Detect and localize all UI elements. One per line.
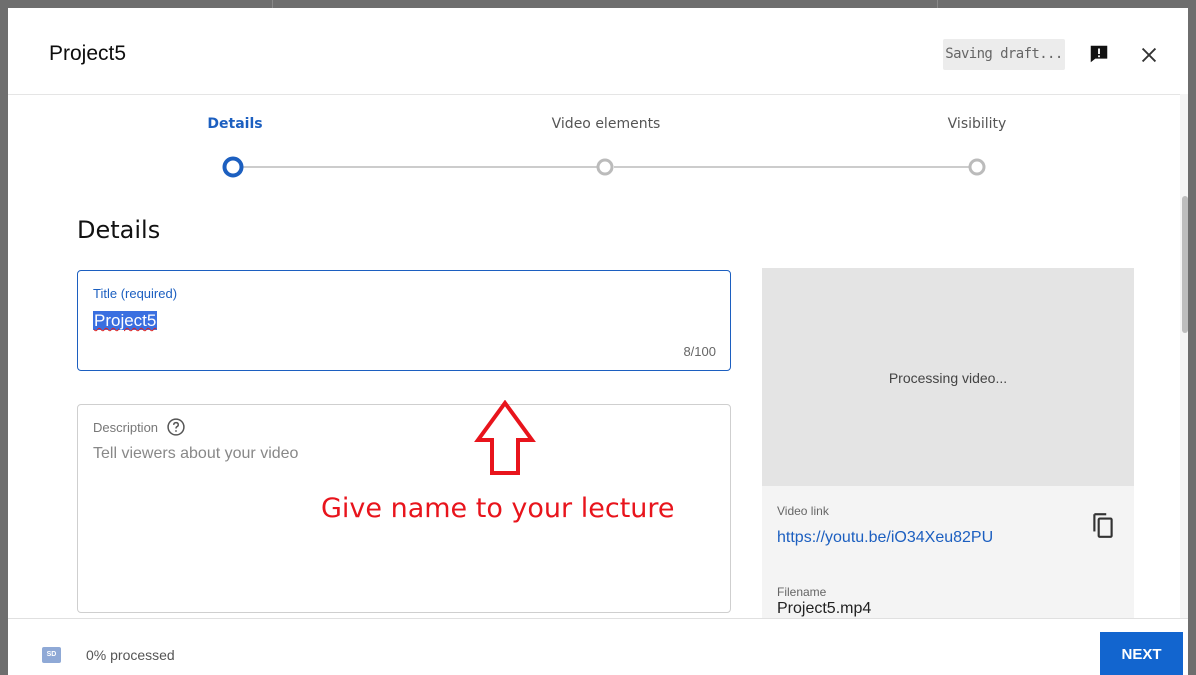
- step-video-elements-dot[interactable]: [596, 158, 614, 176]
- sd-quality-badge: SD: [42, 647, 61, 663]
- title-field-label: Title (required): [93, 286, 178, 301]
- annotation-text: Give name to your lecture: [321, 493, 675, 524]
- description-label-row: Description: [93, 417, 186, 437]
- scrollbar-track[interactable]: [1180, 94, 1188, 618]
- step-details-dot[interactable]: [222, 156, 244, 178]
- video-link[interactable]: https://youtu.be/iO34Xeu82PU: [777, 529, 993, 547]
- step-visibility-dot[interactable]: [968, 158, 986, 176]
- title-char-count: 8/100: [683, 344, 716, 359]
- video-link-label: Video link: [777, 504, 829, 518]
- processing-status: Processing video...: [888, 370, 1008, 386]
- title-input[interactable]: Project5: [93, 311, 158, 331]
- upload-dialog: Project5 Saving draft... Details Video e…: [8, 8, 1188, 675]
- filename-value: Project5.mp4: [777, 600, 872, 617]
- stepper-track: [222, 156, 986, 178]
- title-field[interactable]: Title (required) Project5 8/100: [77, 270, 731, 371]
- dialog-title: Project5: [49, 42, 127, 65]
- video-preview: Processing video...: [762, 268, 1134, 486]
- progress-stepper: Details Video elements Visibility: [8, 94, 1188, 184]
- scrollbar-thumb[interactable]: [1182, 196, 1188, 333]
- feedback-icon[interactable]: [1088, 43, 1110, 65]
- filename-label: Filename: [777, 585, 827, 599]
- next-button[interactable]: NEXT: [1100, 632, 1183, 675]
- help-icon[interactable]: [166, 417, 186, 437]
- arrow-up-icon: [474, 400, 536, 475]
- video-preview-card: Processing video... Video link https://y…: [762, 268, 1134, 628]
- description-input[interactable]: Tell viewers about your video: [93, 445, 298, 463]
- processed-status: 0% processed: [86, 647, 175, 663]
- dialog-footer: SD 0% processed NEXT: [8, 618, 1188, 675]
- copy-icon[interactable]: [1090, 511, 1116, 539]
- section-title: Details: [77, 216, 161, 244]
- saving-status-badge: Saving draft...: [943, 39, 1065, 70]
- description-label: Description: [93, 419, 159, 435]
- close-icon[interactable]: [1138, 44, 1160, 66]
- backdrop-divider: [272, 0, 273, 8]
- dialog-header: Project5 Saving draft...: [8, 8, 1188, 95]
- title-input-value[interactable]: Project5: [93, 311, 158, 330]
- backdrop-divider: [937, 0, 938, 8]
